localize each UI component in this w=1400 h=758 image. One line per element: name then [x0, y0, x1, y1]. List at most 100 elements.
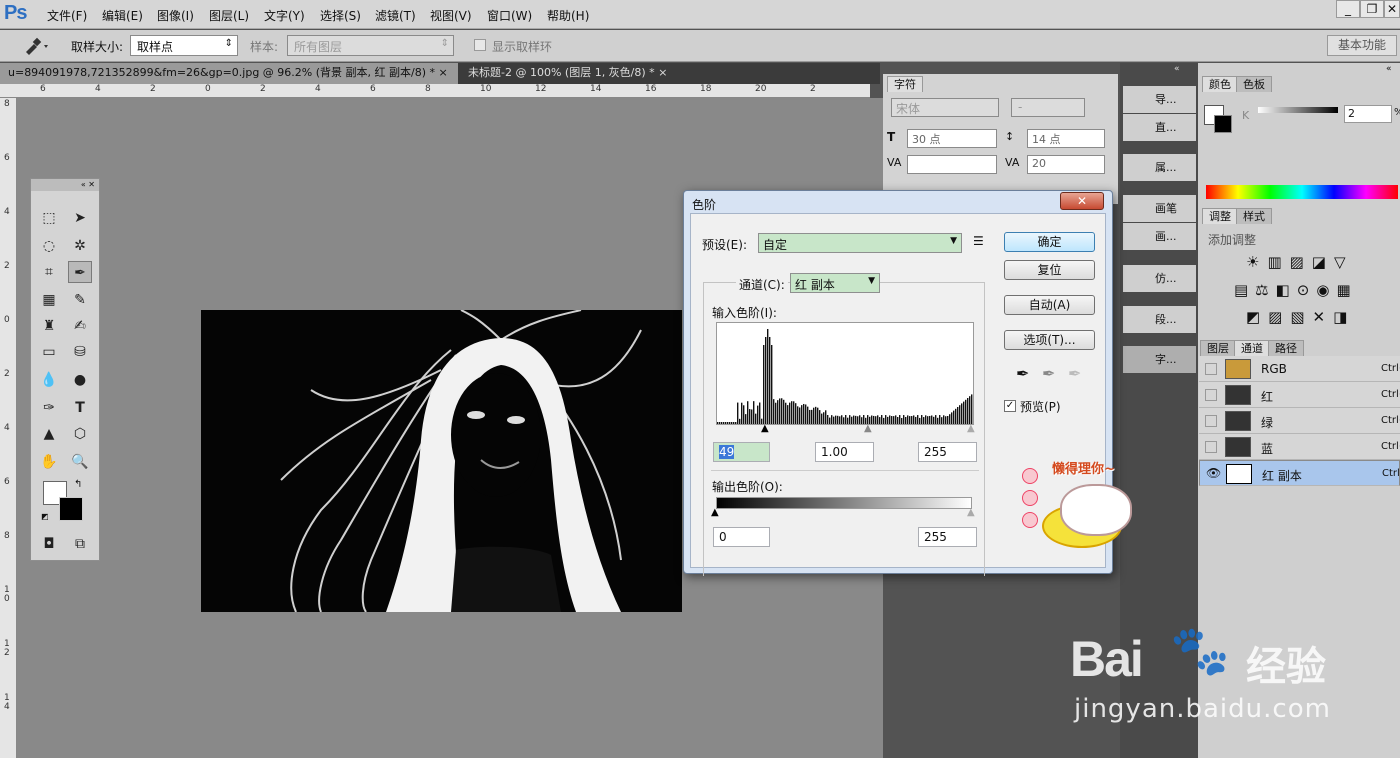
channel-row-rgb[interactable]: RGB Ctrl+2 [1199, 356, 1400, 382]
sample-select[interactable]: 所有图层 ⇕ [287, 35, 454, 56]
black-eyedropper-icon[interactable]: ✒ [1016, 364, 1029, 383]
channel-row-red-copy[interactable]: 👁 红 副本 Ctrl+6 [1199, 460, 1400, 486]
tab-color[interactable]: 颜色 [1202, 76, 1238, 92]
input-white-field[interactable]: 255 [918, 442, 977, 462]
tab-styles[interactable]: 样式 [1236, 208, 1272, 224]
white-eyedropper-icon[interactable]: ✒ [1068, 364, 1081, 383]
show-ring-checkbox[interactable] [474, 39, 486, 51]
reset-button[interactable]: 复位 [1004, 260, 1095, 280]
panel-histogram[interactable]: 直... [1123, 114, 1196, 141]
menu-layer[interactable]: 图层(L) [209, 7, 249, 24]
menu-select[interactable]: 选择(S) [320, 7, 361, 24]
brush-tool-icon[interactable]: ✎ [68, 289, 92, 311]
stamp-tool-icon[interactable]: ♜ [37, 315, 61, 337]
tab-swatches[interactable]: 色板 [1236, 76, 1272, 92]
move-tool-icon[interactable]: ➤ [68, 207, 92, 229]
shape-tool-icon[interactable]: ⬡ [68, 423, 92, 445]
kerning-input[interactable] [907, 155, 997, 174]
channel-select[interactable]: 红 副本 ▼ [790, 273, 880, 293]
collapse-arrows-icon[interactable]: « [1174, 64, 1180, 74]
channel-row-green[interactable]: 绿 Ctrl+4 [1199, 408, 1400, 434]
menu-window[interactable]: 窗口(W) [487, 7, 532, 24]
output-black-slider[interactable]: ▲ [711, 507, 719, 518]
collapse-arrows-icon[interactable]: « [1386, 64, 1392, 74]
output-white-slider[interactable]: ▲ [967, 507, 975, 518]
preview-checkbox[interactable]: ✓ [1004, 400, 1016, 412]
hand-tool-icon[interactable]: ✋ [37, 451, 61, 473]
marquee-tool-icon[interactable]: ⬚ [37, 207, 61, 229]
healing-tool-icon[interactable]: ▦ [37, 289, 61, 311]
menu-type[interactable]: 文字(Y) [264, 7, 305, 24]
font-size-input[interactable]: 30 点 [907, 129, 997, 148]
close-window-button[interactable]: ✕ [1384, 0, 1400, 18]
swap-colors-icon[interactable]: ↰ [74, 479, 82, 490]
menu-view[interactable]: 视图(V) [430, 7, 472, 24]
blur-tool-icon[interactable]: 💧 [37, 369, 61, 391]
eraser-tool-icon[interactable]: ▭ [37, 341, 61, 363]
dialog-close-button[interactable]: ✕ [1060, 192, 1104, 210]
k-slider[interactable] [1258, 107, 1338, 113]
visibility-toggle[interactable] [1205, 441, 1217, 453]
ok-button[interactable]: 确定 [1004, 232, 1095, 252]
sample-size-select[interactable]: 取样点 ⇕ [130, 35, 238, 56]
quick-select-tool-icon[interactable]: ✲ [68, 235, 92, 257]
panel-properties[interactable]: 属... [1123, 154, 1196, 181]
tracking-input[interactable]: 20 [1027, 155, 1105, 174]
input-gamma-field[interactable]: 1.00 [815, 442, 874, 462]
font-style-select[interactable]: - [1011, 98, 1085, 117]
crop-tool-icon[interactable]: ⌗ [37, 261, 61, 283]
pen-tool-icon[interactable]: ✑ [37, 397, 61, 419]
lasso-tool-icon[interactable]: ◌ [37, 235, 61, 257]
panel-brush[interactable]: 画笔 [1123, 195, 1196, 222]
input-black-slider[interactable]: ▲ [761, 423, 769, 434]
options-button[interactable]: 选项(T)... [1004, 330, 1095, 350]
input-black-field[interactable]: 49 [713, 442, 770, 462]
panel-navigator[interactable]: 导... [1123, 86, 1196, 113]
eyedropper-preset-icon[interactable] [22, 36, 52, 56]
output-white-field[interactable]: 255 [918, 527, 977, 547]
preset-select[interactable]: 自定 ▼ [758, 233, 962, 253]
zoom-tool-icon[interactable]: 🔍 [68, 451, 92, 473]
font-family-select[interactable]: 宋体 [891, 98, 999, 117]
preset-options-icon[interactable]: ☰ [973, 234, 984, 248]
panel-clone-source[interactable]: 仿... [1123, 265, 1196, 292]
quick-mask-icon[interactable]: ◘ [37, 533, 61, 555]
panel-brush-presets[interactable]: 画... [1123, 223, 1196, 250]
close-tab-icon[interactable]: × [439, 66, 448, 79]
history-brush-tool-icon[interactable]: ✍ [68, 315, 92, 337]
paint-bucket-tool-icon[interactable]: ⛁ [68, 341, 92, 363]
eyedropper-tool-icon[interactable]: ✒ [68, 261, 92, 283]
adjustment-icons-row-2[interactable]: ▤⚖◧⊙◉▦ [1234, 281, 1358, 299]
path-select-tool-icon[interactable]: ▲ [37, 423, 61, 445]
tab-paths[interactable]: 路径 [1268, 340, 1304, 356]
menu-edit[interactable]: 编辑(E) [102, 7, 143, 24]
restore-button[interactable]: ❐ [1360, 0, 1384, 18]
screen-mode-icon[interactable]: ⧉ [68, 533, 92, 555]
visibility-toggle[interactable] [1205, 389, 1217, 401]
background-color-swatch[interactable] [59, 497, 83, 521]
input-white-slider[interactable]: ▲ [967, 423, 975, 434]
default-colors-icon[interactable]: ◩ [41, 512, 49, 521]
channel-row-blue[interactable]: 蓝 Ctrl+5 [1199, 434, 1400, 460]
menu-help[interactable]: 帮助(H) [547, 7, 589, 24]
tab-channels[interactable]: 通道 [1234, 340, 1270, 356]
dodge-tool-icon[interactable]: ● [68, 369, 92, 391]
menu-filter[interactable]: 滤镜(T) [375, 7, 416, 24]
gray-eyedropper-icon[interactable]: ✒ [1042, 364, 1055, 383]
auto-button[interactable]: 自动(A) [1004, 295, 1095, 315]
workspace-button[interactable]: 基本功能 [1327, 35, 1397, 56]
adjustment-icons-row-3[interactable]: ◩▨▧✕◨ [1246, 308, 1355, 326]
type-tool-icon[interactable]: T [68, 397, 92, 419]
input-gamma-slider[interactable]: ▲ [864, 423, 872, 434]
toolbox-header[interactable]: « ✕ [31, 179, 99, 191]
visibility-toggle[interactable] [1205, 415, 1217, 427]
visibility-toggle[interactable] [1205, 363, 1217, 375]
tab-document-1[interactable]: u=894091978,721352899&fm=26&gp=0.jpg @ 9… [0, 63, 458, 84]
minimize-button[interactable]: _ [1336, 0, 1360, 18]
menu-image[interactable]: 图像(I) [157, 7, 194, 24]
menu-file[interactable]: 文件(F) [47, 7, 87, 24]
leading-input[interactable]: 14 点 [1027, 129, 1105, 148]
tab-document-2[interactable]: 未标题-2 @ 100% (图层 1, 灰色/8) * × [460, 63, 686, 84]
channel-row-red[interactable]: 红 Ctrl+3 [1199, 382, 1400, 408]
adjustment-icons-row-1[interactable]: ☀▥▨◪▽ [1246, 253, 1354, 271]
